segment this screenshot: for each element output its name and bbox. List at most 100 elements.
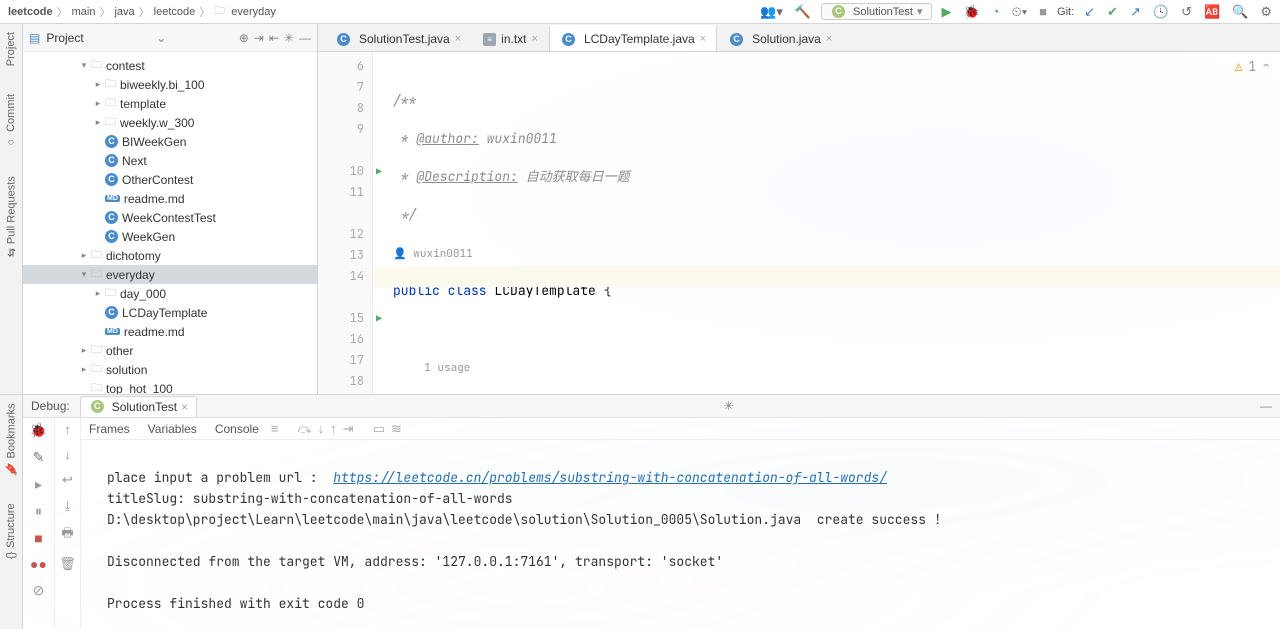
rail-bookmarks[interactable]: 🔖Bookmarks xyxy=(5,403,18,475)
search-icon[interactable]: 🔍 xyxy=(1230,4,1250,20)
rail-structure[interactable]: {}Structure xyxy=(5,503,17,559)
run-to-cursor-icon[interactable]: ⇥ xyxy=(343,421,354,437)
add-user-icon[interactable]: 👥▾ xyxy=(758,4,785,20)
crumb-1[interactable]: main xyxy=(70,6,98,18)
hammer-build-icon[interactable]: 🔨 xyxy=(793,4,813,20)
stop-icon[interactable]: ■ xyxy=(1037,4,1049,19)
resume-icon[interactable]: ▸ xyxy=(35,476,42,493)
crumb-4[interactable]: everyday xyxy=(229,6,278,18)
tree-arrow-icon[interactable]: ▾ xyxy=(79,269,89,280)
close-icon[interactable]: × xyxy=(181,400,188,414)
clear-icon[interactable]: 🗑 xyxy=(59,556,76,572)
tree-row[interactable]: CBIWeekGen xyxy=(23,132,317,151)
tree-arrow-icon[interactable]: ▸ xyxy=(93,79,103,90)
tree-row[interactable]: ▸🗀template xyxy=(23,94,317,113)
profile-icon[interactable]: ⏲▾ xyxy=(1010,4,1030,20)
step-over-icon[interactable]: ⤼ xyxy=(298,421,312,437)
view-breakpoints-icon[interactable]: ●● xyxy=(30,556,47,572)
step-into-icon[interactable]: ↓ xyxy=(318,421,325,437)
run-config-selector[interactable]: C SolutionTest ▾ xyxy=(821,3,931,20)
git-push-icon[interactable]: ↗ xyxy=(1128,4,1143,20)
tree-arrow-icon[interactable]: ▸ xyxy=(93,98,103,109)
debug-hide-icon[interactable]: — xyxy=(1260,399,1272,413)
tree-row[interactable]: MDreadme.md xyxy=(23,189,317,208)
modify-run-icon[interactable]: ✎ xyxy=(33,449,45,466)
tree-row[interactable]: CWeekContestTest xyxy=(23,208,317,227)
subtab-console[interactable]: Console xyxy=(215,422,259,436)
tree-row[interactable]: CLCDayTemplate xyxy=(23,303,317,322)
settings-icon[interactable]: ✳ xyxy=(284,31,294,45)
editor-tab[interactable]: ≡in.txt× xyxy=(472,26,549,51)
crumb-3[interactable]: leetcode xyxy=(152,6,198,18)
tree-row[interactable]: ▸🗀weekly.w_300 xyxy=(23,113,317,132)
git-revert-icon[interactable]: ↺ xyxy=(1179,4,1194,20)
tree-row[interactable]: ▸🗀day_000 xyxy=(23,284,317,303)
stop2-icon[interactable]: ■ xyxy=(34,530,42,546)
mute-breakpoints-icon[interactable]: ⊘ xyxy=(33,582,45,599)
close-icon[interactable]: × xyxy=(455,33,461,45)
project-tree[interactable]: ▾🗀contest▸🗀biweekly.bi_100▸🗀template▸🗀we… xyxy=(23,52,317,394)
console-link[interactable]: https://leetcode.cn/problems/substring-w… xyxy=(333,469,887,486)
rail-project[interactable]: Project xyxy=(5,32,17,66)
up-icon[interactable]: ↑ xyxy=(64,422,71,437)
rerun-icon[interactable]: 🐞 xyxy=(30,422,47,439)
subtab-variables[interactable]: Variables xyxy=(148,422,197,436)
tree-row[interactable]: ▾🗀everyday xyxy=(23,265,317,284)
rail-pull-requests[interactable]: ⇆Pull Requests xyxy=(5,176,18,257)
editor-tab[interactable]: CSolutionTest.java× xyxy=(324,26,472,51)
tree-arrow-icon[interactable]: ▸ xyxy=(79,364,89,375)
run-icon[interactable]: ▶ xyxy=(940,4,954,20)
tree-row[interactable]: ▸🗀biweekly.bi_100 xyxy=(23,75,317,94)
tree-row[interactable]: CNext xyxy=(23,151,317,170)
tree-row[interactable]: ▸🗀other xyxy=(23,341,317,360)
layout-icon[interactable]: ≡ xyxy=(271,421,279,437)
tree-row[interactable]: MDreadme.md xyxy=(23,322,317,341)
code-body[interactable]: /** * @author: wuxin0011 * @Description:… xyxy=(373,52,1280,394)
crumb-2[interactable]: java xyxy=(112,6,136,18)
tree-row[interactable]: COtherContest xyxy=(23,170,317,189)
scroll-end-icon[interactable]: ⤓ xyxy=(65,498,71,514)
tree-row[interactable]: ▸🗀dichotomy xyxy=(23,246,317,265)
chevron-down-icon[interactable]: ⌄ xyxy=(156,31,166,45)
print-icon[interactable]: 🖶 xyxy=(61,524,73,546)
settings-icon[interactable]: ⚙ xyxy=(1258,4,1274,20)
project-title[interactable]: Project xyxy=(46,31,83,45)
hide-icon[interactable]: — xyxy=(299,31,311,45)
editor-tab[interactable]: CSolution.java× xyxy=(717,26,843,51)
tree-row[interactable]: CWeekGen xyxy=(23,227,317,246)
down-icon[interactable]: ↓ xyxy=(64,447,71,462)
step-out-icon[interactable]: ↑ xyxy=(330,421,337,437)
subtab-frames[interactable]: Frames xyxy=(89,422,130,436)
code-editor[interactable]: 6789101112131415161718 ▶▶ /** * @author:… xyxy=(318,52,1280,394)
crumb-0[interactable]: leetcode xyxy=(6,6,55,18)
tree-row[interactable]: ▾🗀contest xyxy=(23,56,317,75)
pause-icon[interactable]: ⏸ xyxy=(35,503,42,520)
console-output[interactable]: place input a problem url : https://leet… xyxy=(107,446,1270,625)
collapse-all-icon[interactable]: ⇤ xyxy=(269,31,279,45)
locate-icon[interactable]: ⊕ xyxy=(239,31,249,45)
close-icon[interactable]: × xyxy=(532,33,538,45)
inspection-widget[interactable]: ⚠ 1 ⌃ xyxy=(1235,58,1270,75)
coverage-icon[interactable]: ◔ xyxy=(990,4,1002,19)
git-pull-icon[interactable]: ↙ xyxy=(1082,4,1097,20)
close-icon[interactable]: × xyxy=(700,33,706,45)
tree-arrow-icon[interactable]: ▾ xyxy=(79,60,89,71)
editor-tab[interactable]: CLCDayTemplate.java× xyxy=(549,25,717,51)
tree-row[interactable]: ▸🗀solution xyxy=(23,360,317,379)
tree-arrow-icon[interactable]: ▸ xyxy=(93,288,103,299)
tree-arrow-icon[interactable]: ▸ xyxy=(79,345,89,356)
rail-commit[interactable]: ○Commit xyxy=(5,94,17,148)
debug-icon[interactable]: 🐞 xyxy=(962,4,982,20)
expand-all-icon[interactable]: ⇥ xyxy=(254,31,264,45)
debug-settings-icon[interactable]: ✳ xyxy=(724,399,734,413)
tree-arrow-icon[interactable]: ▸ xyxy=(93,117,103,128)
tree-arrow-icon[interactable]: ▸ xyxy=(79,250,89,261)
git-commit-icon[interactable]: ✔ xyxy=(1105,4,1120,20)
trace-icon[interactable]: ≋ xyxy=(391,421,402,437)
soft-wrap-icon[interactable]: ↩ xyxy=(62,472,73,488)
tree-row[interactable]: 🗀top_hot_100 xyxy=(23,379,317,394)
translate-icon[interactable]: 🆎 xyxy=(1202,4,1222,20)
git-history-icon[interactable]: 🕓 xyxy=(1151,4,1171,20)
close-icon[interactable]: × xyxy=(826,33,832,45)
debug-session-tab[interactable]: C SolutionTest × xyxy=(80,396,197,417)
